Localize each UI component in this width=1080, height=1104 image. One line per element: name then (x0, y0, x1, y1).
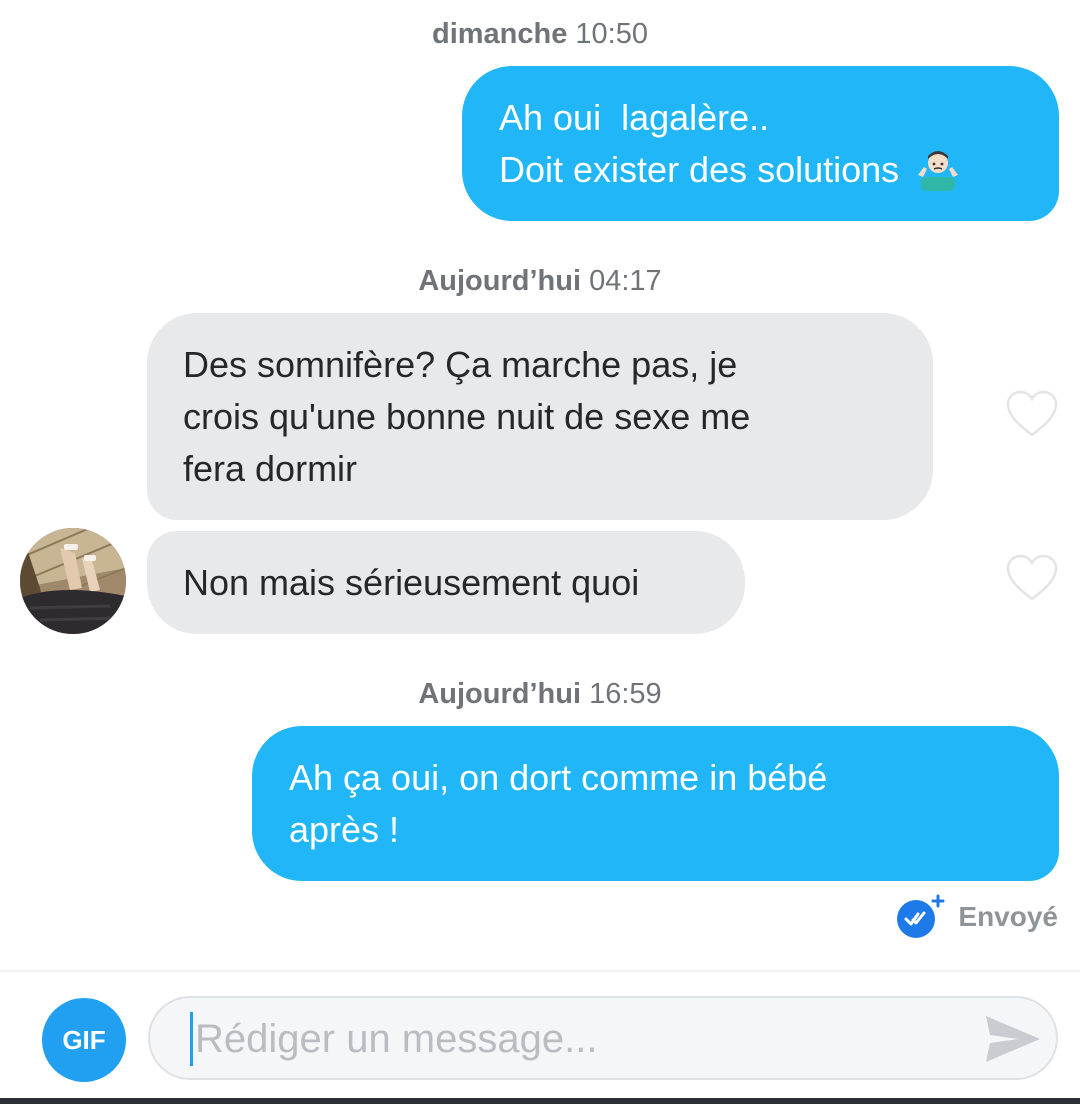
message-line: fera dormir (183, 448, 358, 489)
timestamp-time: 10:50 (575, 18, 648, 50)
timestamp-day: dimanche (431, 18, 568, 50)
message-line-text: Doit exister des solutions (499, 149, 900, 190)
sent-message-bubble[interactable]: Ah ça oui, on dort comme in bébé après ! (252, 726, 1059, 881)
message-line-with-emoji: Doit exister des solutions (499, 144, 1023, 196)
message-status: Envoyé (896, 894, 1058, 940)
sent-message-bubble[interactable]: Ah oui lagalère.. Doit exister des solut… (462, 66, 1059, 221)
timestamp-separator: dimanche 10:50 (0, 18, 1080, 51)
like-heart-icon[interactable] (1005, 553, 1059, 603)
timestamp-time: 16:59 (589, 678, 662, 710)
message-line: Non mais sérieusement quoi (183, 562, 640, 603)
message-line: crois qu'une bonne nuit de sexe me (183, 396, 751, 437)
timestamp-separator: Aujourd’hui 04:17 (0, 265, 1080, 298)
double-check-icon (897, 894, 945, 938)
timestamp-separator: Aujourd’hui 16:59 (0, 678, 1080, 711)
avatar-photo (20, 528, 126, 634)
message-line: Des somnifère? Ça marche pas, je (183, 344, 738, 385)
person-shrugging-emoji (918, 151, 959, 191)
message-input-container[interactable] (148, 996, 1058, 1080)
send-arrow-icon[interactable] (984, 1012, 1042, 1066)
system-navigation-bar (0, 1098, 1080, 1104)
received-message-bubble[interactable]: Non mais sérieusement quoi (147, 531, 745, 634)
message-composer: GIF (0, 970, 1080, 1096)
message-line: Ah ça oui, on dort comme in bébé (289, 757, 828, 798)
received-message-bubble[interactable]: Des somnifère? Ça marche pas, je crois q… (147, 313, 933, 520)
gif-button[interactable]: GIF (42, 998, 126, 1082)
timestamp-day: Aujourd’hui (418, 678, 582, 710)
status-label: Envoyé (958, 901, 1058, 932)
message-input[interactable] (190, 1012, 970, 1066)
message-line: après ! (289, 809, 400, 850)
contact-avatar[interactable] (20, 528, 126, 634)
timestamp-time: 04:17 (589, 265, 662, 297)
timestamp-day: Aujourd’hui (418, 265, 582, 297)
like-heart-icon[interactable] (1005, 389, 1059, 439)
message-line: Ah oui lagalère.. (499, 97, 770, 138)
